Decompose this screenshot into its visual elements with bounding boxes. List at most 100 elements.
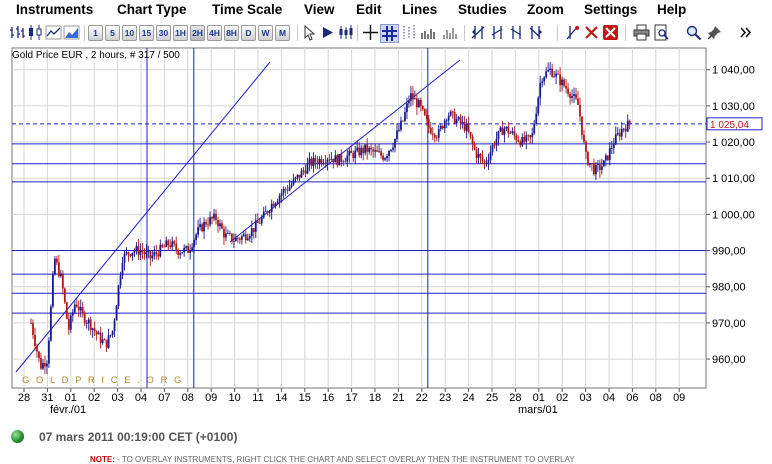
candle-body — [191, 247, 194, 251]
scroll-left-fast-icon[interactable] — [470, 24, 487, 41]
candle-body — [521, 136, 524, 146]
candle-body — [513, 131, 516, 136]
candle-body — [551, 68, 554, 77]
candle-body — [57, 262, 60, 277]
candlestick-type-icon[interactable] — [27, 24, 44, 41]
timeframe-monthly-button[interactable]: M — [275, 25, 290, 41]
candle-body — [125, 252, 128, 254]
zoom-icon[interactable] — [685, 24, 702, 41]
histogram-icon[interactable] — [442, 24, 459, 41]
menu-lines[interactable]: Lines — [402, 2, 437, 17]
menu-instruments[interactable]: Instruments — [16, 2, 93, 17]
menu-settings[interactable]: Settings — [584, 2, 637, 17]
menu-view[interactable]: View — [304, 2, 335, 17]
candle-body — [449, 111, 452, 116]
candle-body — [157, 253, 160, 257]
candle-body — [232, 241, 235, 242]
timeframe-15min-button[interactable]: 15 — [139, 25, 154, 41]
candle-body — [111, 330, 114, 336]
candle-body — [567, 88, 569, 94]
menu-edit[interactable]: Edit — [356, 2, 382, 17]
crosshair-icon[interactable] — [362, 24, 379, 41]
candle-body — [167, 240, 170, 246]
candle-body — [398, 129, 400, 131]
candle-body — [509, 132, 512, 134]
candle-body — [268, 211, 271, 213]
mountain-chart-type-icon[interactable] — [63, 24, 80, 41]
candle-body — [455, 119, 458, 124]
menu-time-scale[interactable]: Time Scale — [212, 2, 282, 17]
candle-body — [404, 112, 406, 121]
timeframe-1min-button[interactable]: 1 — [88, 25, 103, 41]
timeframe-10min-button[interactable]: 10 — [122, 25, 137, 41]
candle-body — [539, 82, 542, 98]
candle-body — [79, 306, 82, 311]
candle-body — [400, 120, 402, 130]
candle-body — [515, 135, 518, 141]
candle-body — [589, 163, 591, 165]
timeframe-4h-button[interactable]: 4H — [207, 25, 222, 41]
candle-body — [620, 129, 623, 137]
price-tick-label: 1 010,00 — [712, 173, 755, 185]
candle-body — [248, 236, 251, 239]
candle-body — [431, 133, 434, 135]
candle-body — [511, 131, 514, 133]
timeframe-30min-button[interactable]: 30 — [156, 25, 171, 41]
draw-trendline-icon[interactable] — [564, 24, 581, 41]
grid-icon[interactable] — [380, 24, 399, 43]
delete-line-icon[interactable] — [583, 24, 600, 41]
candle-body — [386, 155, 388, 159]
timeframe-8h-button[interactable]: 8H — [224, 25, 239, 41]
pin-icon[interactable] — [706, 24, 723, 41]
candle-body — [50, 306, 52, 341]
candle-body — [296, 174, 299, 178]
volume-bars-icon[interactable] — [420, 24, 437, 41]
play-icon[interactable] — [319, 24, 336, 41]
timeframe-5min-button[interactable]: 5 — [105, 25, 120, 41]
menu-studies[interactable]: Studies — [458, 2, 507, 17]
candle-body — [481, 156, 484, 161]
candle-body — [380, 151, 382, 156]
menu-help[interactable]: Help — [657, 2, 686, 17]
date-tick-label: 23 — [439, 392, 451, 404]
price-chart[interactable]: Gold Price EUR , 2 hours, # 317 / 500 G … — [0, 46, 772, 418]
candle-body — [75, 304, 78, 307]
date-tick-label: 06 — [626, 392, 638, 404]
scroll-left-icon[interactable] — [489, 24, 506, 41]
candle-body — [499, 127, 502, 132]
candle-body — [569, 93, 571, 98]
dotted-candles-icon[interactable] — [400, 24, 417, 41]
timeframe-2h-button[interactable]: 2H — [190, 25, 205, 41]
candle-body — [183, 247, 186, 253]
candle-body — [129, 254, 132, 256]
timeframe-weekly-button[interactable]: W — [258, 25, 273, 41]
candle-body — [65, 302, 68, 319]
print-icon[interactable] — [633, 24, 650, 41]
timeframe-1h-button[interactable]: 1H — [173, 25, 188, 41]
candles-icon[interactable] — [337, 24, 354, 41]
date-tick-label: 09 — [673, 392, 685, 404]
menu-chart-type[interactable]: Chart Type — [117, 2, 187, 17]
date-tick-label: 08 — [650, 392, 662, 404]
candle-body — [410, 93, 412, 101]
candle-body — [173, 241, 176, 244]
pointer-icon[interactable] — [301, 24, 318, 41]
candle-body — [225, 233, 227, 238]
candle-body — [71, 312, 74, 316]
bar-chart-type-icon[interactable] — [9, 24, 26, 41]
candle-body — [378, 151, 380, 153]
candle-body — [236, 237, 239, 239]
line-chart-type-icon[interactable] — [45, 24, 62, 41]
candle-body — [600, 166, 603, 170]
menu-zoom[interactable]: Zoom — [527, 2, 564, 17]
scroll-right-fast-icon[interactable] — [527, 24, 544, 41]
scroll-right-icon[interactable] — [508, 24, 525, 41]
candle-body — [151, 255, 154, 259]
delete-all-lines-icon[interactable] — [602, 24, 619, 41]
candle-body — [370, 147, 373, 150]
candle-body — [594, 165, 597, 175]
overlay-note: NOTE: - TO OVERLAY INSTRUMENTS, RIGHT CL… — [90, 455, 575, 464]
more-chevron-icon[interactable] — [737, 24, 754, 41]
timeframe-daily-button[interactable]: D — [241, 25, 256, 41]
print-preview-icon[interactable] — [653, 24, 670, 41]
